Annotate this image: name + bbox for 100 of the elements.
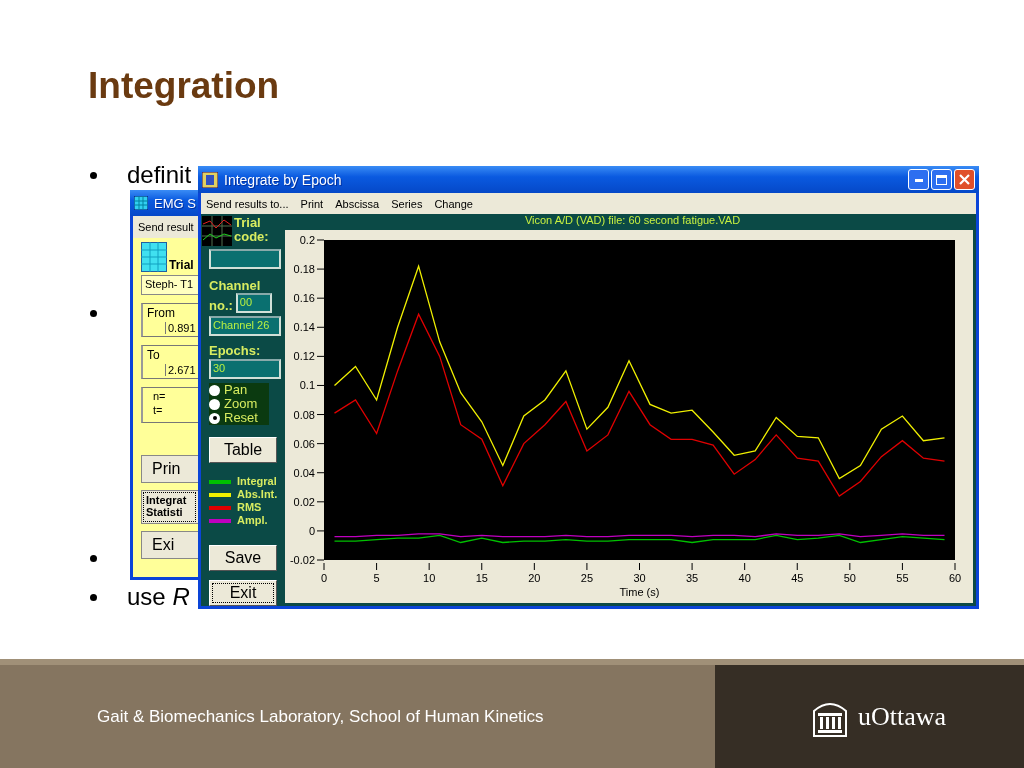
y-tick: 0.12 xyxy=(293,350,325,363)
y-tick-label: 0.02 xyxy=(293,495,315,508)
y-tick-label: 0.04 xyxy=(293,466,315,479)
table-button[interactable]: Table xyxy=(209,437,277,463)
y-tick-label: -0.02 xyxy=(289,554,315,566)
y-tick-label: 0.12 xyxy=(293,350,315,363)
bullet-icon xyxy=(90,309,97,317)
exit-button[interactable]: Exit xyxy=(209,580,277,606)
trial-code-field[interactable] xyxy=(209,249,281,269)
y-tick: 0.08 xyxy=(293,408,325,421)
x-tick-label: 60 xyxy=(948,572,962,584)
y-tick: 0.2 xyxy=(299,234,325,246)
x-tick: 55 xyxy=(896,562,909,584)
close-icon xyxy=(959,174,970,185)
x-tick: 40 xyxy=(738,562,751,584)
mode-radio[interactable]: Zoom xyxy=(209,397,269,411)
to-label: To xyxy=(147,348,160,362)
menu-item[interactable]: Abscissa xyxy=(335,197,380,210)
epochs-field[interactable]: 30 xyxy=(209,359,281,379)
y-tick: 0 xyxy=(308,524,325,537)
maximize-icon xyxy=(936,174,947,185)
x-tick: 15 xyxy=(475,562,488,584)
bullet-icon xyxy=(90,171,97,179)
x-tick: 50 xyxy=(843,562,856,584)
x-tick-label: 15 xyxy=(475,572,488,584)
minimize-icon xyxy=(914,177,923,182)
x-axis-label: Time (s) xyxy=(619,586,660,598)
y-tick: 0.02 xyxy=(293,495,325,508)
channel-label: Channel xyxy=(209,279,261,293)
x-tick: 10 xyxy=(423,562,436,584)
legend-label: Integral xyxy=(237,475,277,488)
app-icon xyxy=(202,171,218,188)
bullet-icon xyxy=(90,593,97,601)
x-tick-label: 35 xyxy=(685,572,699,584)
chart-title: Vicon A/D (VAD) file: 60 second fatigue.VAD xyxy=(524,214,741,228)
chart-icon xyxy=(202,216,232,246)
y-tick: 0.04 xyxy=(293,466,325,479)
number-label: no.: xyxy=(209,299,233,313)
x-tick-label: 40 xyxy=(738,572,751,584)
legend-label: RMS xyxy=(237,501,262,514)
legend-label: Ampl. xyxy=(237,514,268,527)
n-label: n= xyxy=(153,390,166,402)
from-label: From xyxy=(147,306,175,320)
mode-radio[interactable]: Reset xyxy=(209,411,269,425)
x-tick-label: 5 xyxy=(373,572,380,584)
legend-label: Abs.Int. xyxy=(237,488,278,501)
trial-field[interactable]: Steph- T1 xyxy=(141,275,199,295)
x-tick: 30 xyxy=(633,562,646,584)
y-tick-label: 0 xyxy=(308,524,315,537)
x-tick: 60 xyxy=(948,562,962,584)
y-tick-label: 0.16 xyxy=(293,292,315,305)
x-tick-label: 20 xyxy=(528,572,541,584)
bullet-icon xyxy=(90,554,97,562)
menu-item[interactable]: Print xyxy=(300,197,324,210)
bullet-text: definit xyxy=(127,161,192,189)
epochs-label: Epochs: xyxy=(209,344,261,358)
slide-title: Integration xyxy=(88,64,281,108)
x-tick-label: 45 xyxy=(791,572,804,584)
x-tick-label: 30 xyxy=(633,572,646,584)
footer-text: Gait & Biomechanics Laboratory, School of Human Kinetics xyxy=(97,706,544,727)
y-tick-label: 0.1 xyxy=(299,379,315,392)
channel-name-field[interactable]: Channel 26 xyxy=(209,316,281,336)
x-tick-label: 50 xyxy=(843,572,856,584)
x-tick: 25 xyxy=(580,562,594,584)
y-tick-label: 0.06 xyxy=(293,437,315,450)
close-button[interactable] xyxy=(954,169,975,190)
x-tick: 5 xyxy=(373,562,380,584)
save-button[interactable]: Save xyxy=(209,545,277,571)
y-tick-label: 0.14 xyxy=(293,321,315,334)
maximize-button[interactable] xyxy=(931,169,952,190)
y-tick: 0.06 xyxy=(293,437,325,450)
x-tick-label: 10 xyxy=(423,572,436,584)
y-tick-label: 0.2 xyxy=(299,234,315,246)
trial-code-label: Trial code: xyxy=(234,216,269,246)
x-tick: 45 xyxy=(791,562,804,584)
y-tick-label: 0.08 xyxy=(293,408,315,421)
y-tick: 0.14 xyxy=(293,321,325,334)
mode-radio[interactable]: Pan xyxy=(209,383,269,397)
grid-icon xyxy=(134,196,148,210)
x-tick-label: 55 xyxy=(896,572,909,584)
grid-icon xyxy=(141,242,167,272)
window-title: EMG S xyxy=(154,195,196,211)
bullet-text: use R xyxy=(127,583,190,611)
y-tick: 0.16 xyxy=(293,292,325,305)
menu-item[interactable]: Series xyxy=(391,197,423,210)
minimize-button[interactable] xyxy=(908,169,929,190)
channel-number-field[interactable]: 00 xyxy=(235,293,272,313)
x-tick: 20 xyxy=(528,562,541,584)
window-title: Integrate by Epoch xyxy=(224,171,342,188)
y-tick: 0.1 xyxy=(299,379,325,392)
menu-item[interactable]: Send results to... xyxy=(206,197,289,210)
x-tick-label: 25 xyxy=(580,572,594,584)
window-button[interactable]: Prin xyxy=(141,455,198,483)
window-button[interactable]: Exi xyxy=(141,531,198,559)
x-tick-label: 0 xyxy=(320,572,328,584)
window-button[interactable]: Integrat Statisti xyxy=(141,490,198,524)
menu-item[interactable]: Change xyxy=(434,197,473,210)
x-tick: 35 xyxy=(685,562,699,584)
t-label: t= xyxy=(153,404,163,416)
y-tick-label: 0.18 xyxy=(293,263,315,276)
